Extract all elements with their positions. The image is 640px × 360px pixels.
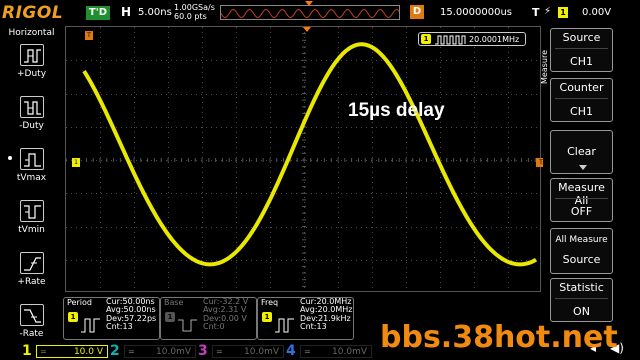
trigger-position-marker[interactable]: T: [85, 31, 93, 40]
channel-3-indicator[interactable]: 3 = 10.0mV: [198, 343, 288, 359]
base-icon: [178, 319, 197, 332]
dc-coupling-icon: =: [40, 347, 47, 356]
channel1-waveform: [82, 42, 537, 267]
measurement-frequency[interactable]: Freq 1 Cur:20.0MHz Avg:20.0MHz Dev:21.9k…: [257, 297, 354, 340]
negative-rate-icon: [20, 304, 44, 326]
selected-dot-icon: [8, 156, 12, 160]
memory-trigger-marker: [305, 1, 313, 6]
measure-positive-duty[interactable]: +Duty: [0, 44, 63, 94]
positive-rate-icon: [20, 252, 44, 274]
channel1-ground-marker[interactable]: 1: [72, 158, 80, 167]
timebase-value[interactable]: 5.00ns: [138, 7, 172, 18]
trigger-status-badge: T'D: [86, 6, 110, 20]
menu-all-measure-source-button[interactable]: All Measure Source: [550, 228, 613, 274]
frequency-icon: [275, 318, 294, 333]
menu-clear-button[interactable]: Clear: [550, 130, 613, 174]
caret-down-icon: [579, 165, 587, 170]
counter-frequency-value: 20.0001MHz: [469, 35, 520, 44]
graticule: [66, 27, 537, 288]
channel-4-indicator[interactable]: 4 = 10.0mV: [286, 343, 376, 359]
pulse-train-icon: [435, 35, 466, 45]
left-panel-title: Horizontal: [8, 28, 55, 38]
dc-coupling-icon: =: [128, 347, 135, 356]
menu-counter-button[interactable]: Counter CH1: [550, 78, 613, 122]
measurement-period[interactable]: Period 1 Cur:50.00ns Avg:50.00ns Dev:57.…: [63, 297, 160, 340]
memory-overview-bar: [220, 5, 400, 20]
measure-positive-rate[interactable]: +Rate: [0, 252, 63, 302]
delay-annotation: 15µs delay: [348, 100, 445, 121]
trigger-channel-badge: 1: [558, 7, 568, 18]
menu-source-button[interactable]: Source CH1: [550, 28, 613, 72]
delay-value[interactable]: 15.0000000us: [440, 7, 512, 18]
delay-label: D: [410, 5, 424, 19]
sample-rate: 1.00GSa/s: [174, 3, 215, 12]
positive-duty-icon: [20, 44, 44, 66]
tvmax-icon: [20, 148, 44, 170]
horizontal-label: H: [121, 5, 132, 19]
frequency-counter-readout: 1 20.0001MHz: [418, 32, 526, 46]
tvmin-icon: [20, 200, 44, 222]
memory-depth: 60.0 pts: [174, 12, 207, 21]
channel-1-indicator[interactable]: 1 = 10.0 V: [22, 343, 112, 359]
measure-tvmin[interactable]: tVmin: [0, 200, 63, 250]
channel-2-indicator[interactable]: 2 = 10.0mV: [110, 343, 200, 359]
dc-coupling-icon: =: [304, 347, 311, 356]
rigol-logo: RIGOL: [2, 3, 64, 23]
measure-negative-duty[interactable]: -Duty: [0, 96, 63, 146]
measure-tvmax[interactable]: tVmax: [0, 148, 63, 198]
trigger-edge-icon: ⚡: [544, 6, 552, 17]
status-bar: RIGOL T'D H 5.00ns 1.00GSa/s 60.0 pts D …: [0, 0, 640, 26]
period-icon: [81, 318, 100, 333]
waveform-display[interactable]: 15µs delay 1 20.0001MHz: [65, 26, 541, 292]
counter-channel-badge: 1: [421, 34, 431, 44]
menu-measure-all-button[interactable]: Measure All OFF: [550, 178, 613, 222]
sample-info: 1.00GSa/s 60.0 pts: [174, 3, 215, 21]
measure-shortcut-panel: Horizontal +Duty -Duty tVmax tVmin +Rate: [0, 26, 63, 342]
trigger-position-arrow-icon: [303, 27, 311, 32]
menu-statistic-button[interactable]: Statistic ON: [550, 278, 613, 322]
measurement-base[interactable]: Base 1 Cur:-32.2 V Avg:2.31 V Dev:0.00 V…: [160, 297, 257, 340]
memory-overview-wave: [221, 8, 399, 19]
negative-duty-icon: [20, 96, 44, 118]
dc-coupling-icon: =: [216, 347, 223, 356]
trigger-label: T: [532, 6, 540, 19]
site-watermark: bbs.38hot.net: [380, 320, 618, 355]
measure-menu: Measure Source CH1 Counter CH1 Clear Mea…: [540, 26, 640, 342]
trigger-level-value[interactable]: 0.00V: [582, 7, 611, 18]
